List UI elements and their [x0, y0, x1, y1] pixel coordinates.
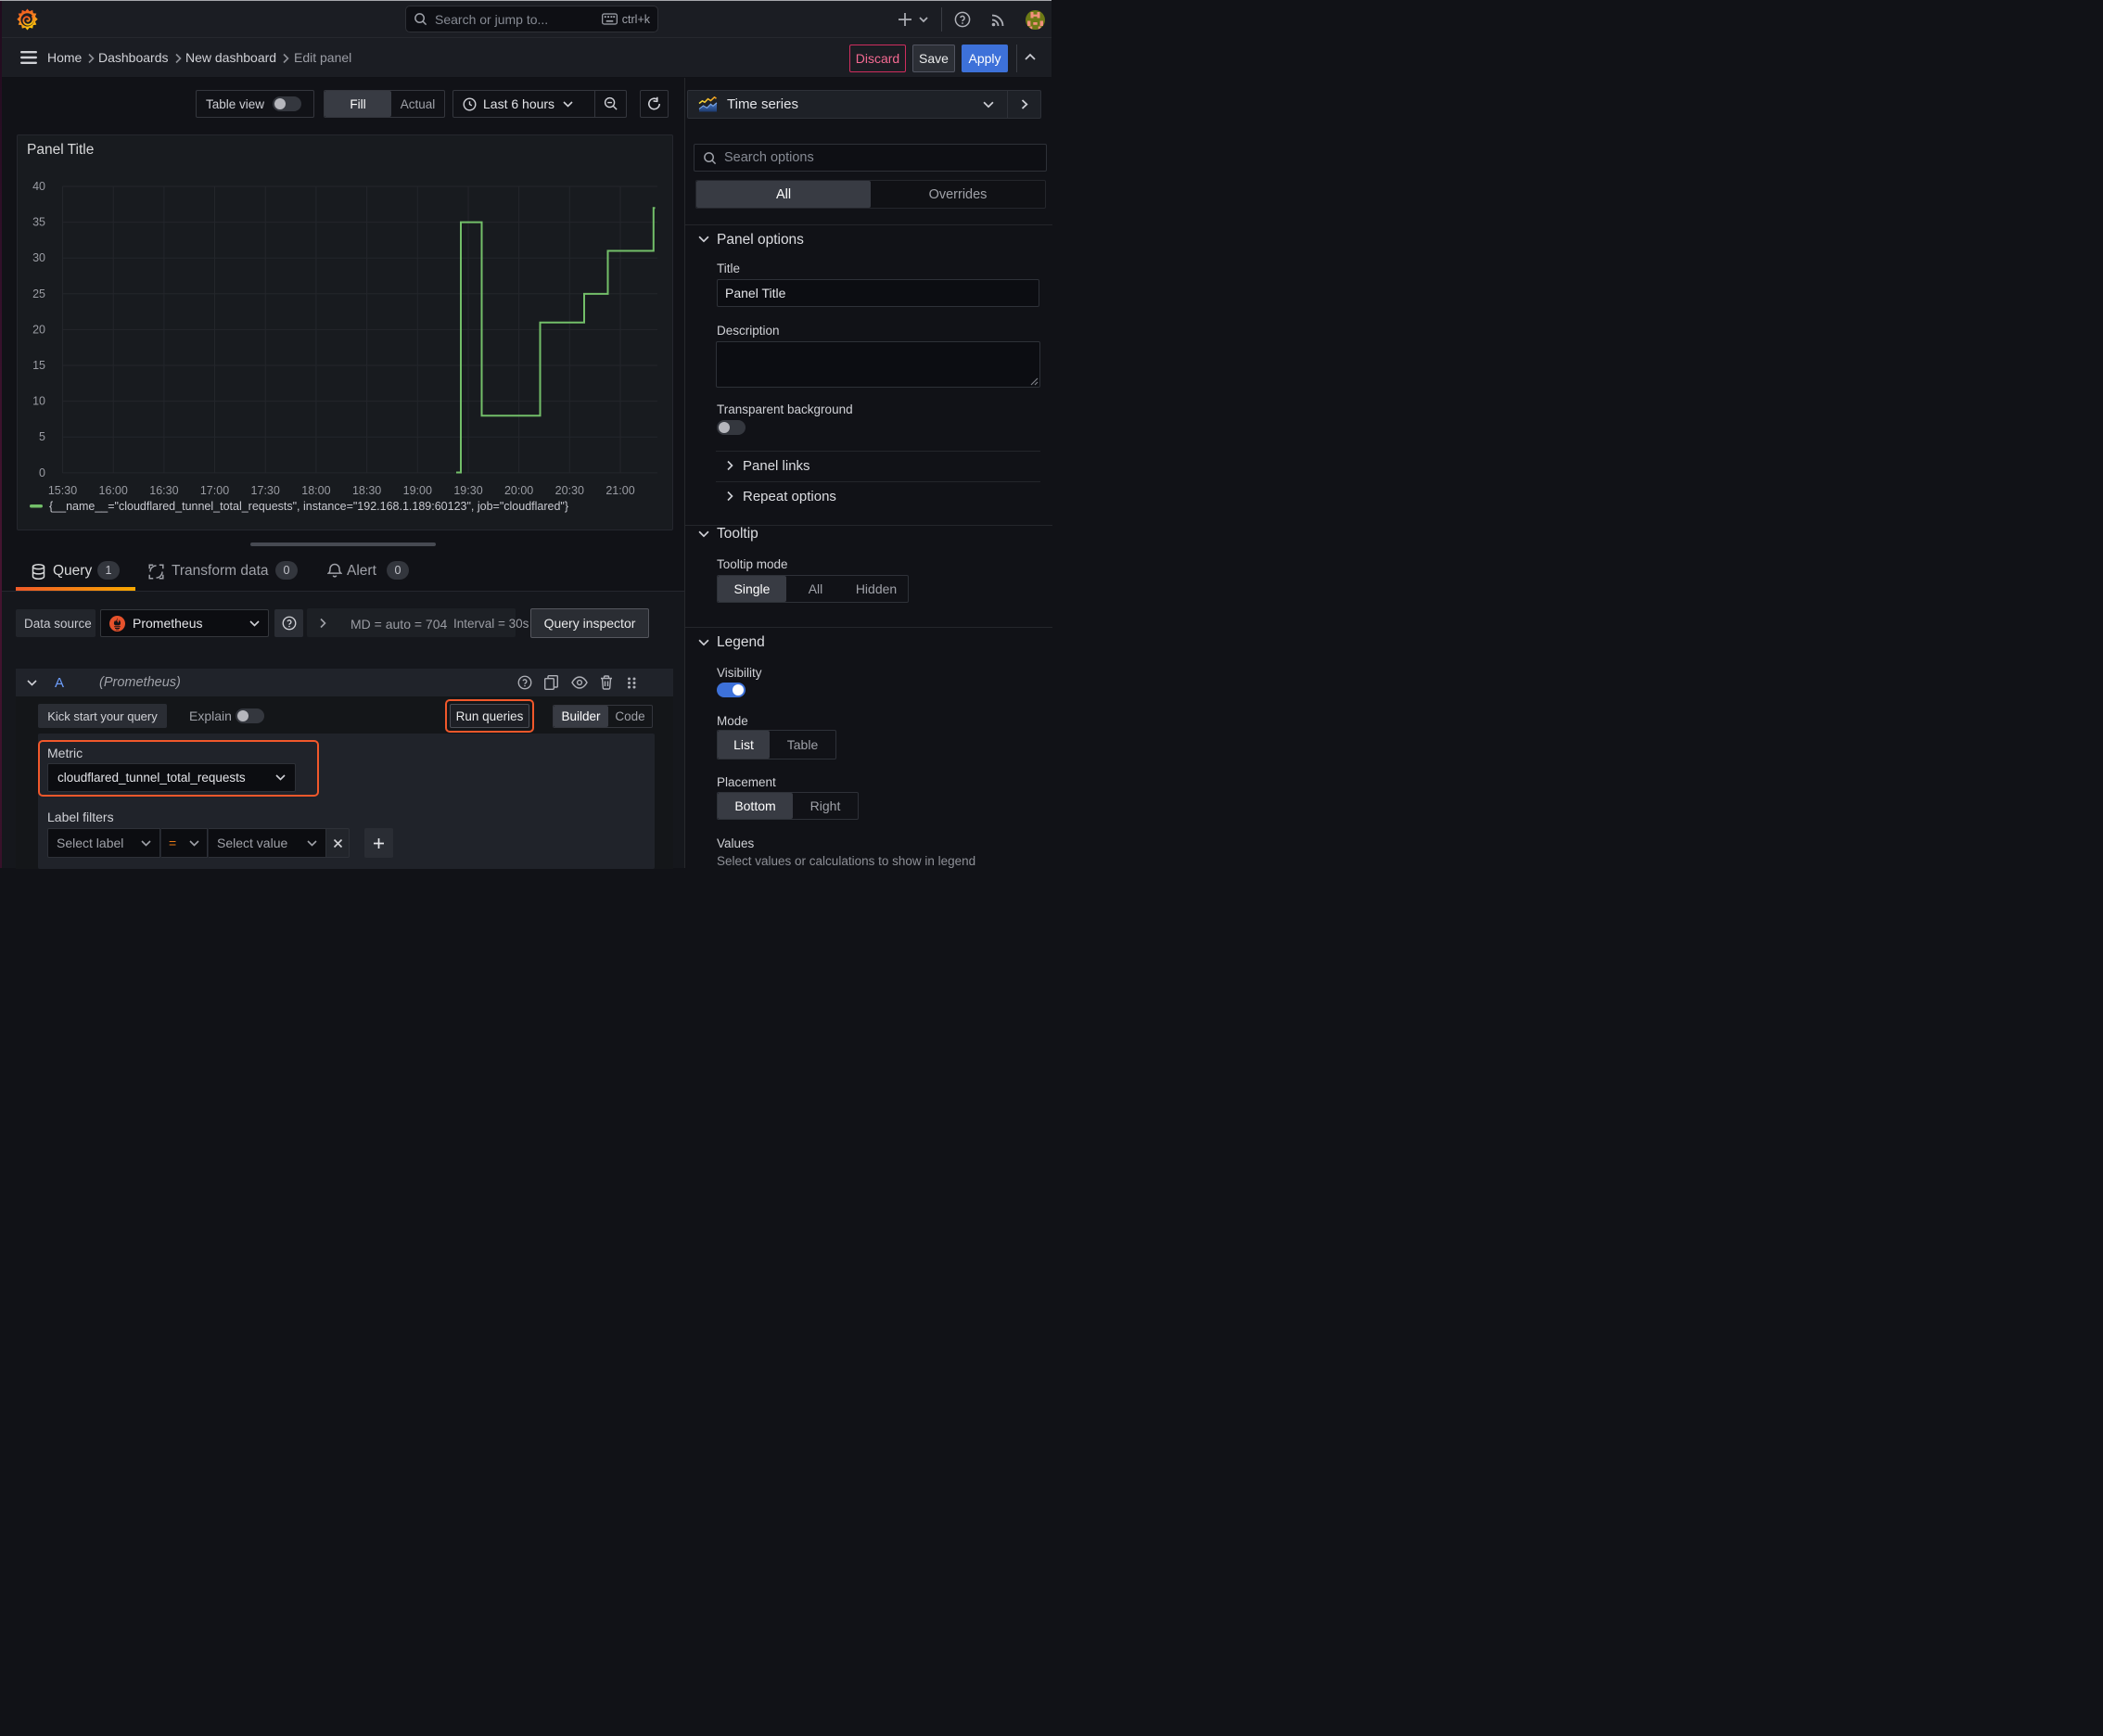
svg-text:17:00: 17:00: [200, 484, 229, 497]
svg-text:40: 40: [32, 180, 45, 193]
svg-text:30: 30: [32, 251, 45, 264]
svg-text:5: 5: [39, 430, 45, 443]
svg-text:19:00: 19:00: [403, 484, 432, 497]
svg-text:16:00: 16:00: [99, 484, 128, 497]
svg-text:{__name__="cloudflared_tunnel_: {__name__="cloudflared_tunnel_total_requ…: [49, 500, 568, 513]
svg-text:19:30: 19:30: [453, 484, 482, 497]
svg-text:18:30: 18:30: [352, 484, 381, 497]
svg-text:25: 25: [32, 287, 45, 300]
svg-text:20: 20: [32, 323, 45, 336]
svg-text:20:00: 20:00: [504, 484, 533, 497]
svg-text:18:00: 18:00: [301, 484, 330, 497]
svg-text:20:30: 20:30: [555, 484, 584, 497]
svg-text:15:30: 15:30: [48, 484, 77, 497]
svg-text:35: 35: [32, 216, 45, 229]
svg-text:10: 10: [32, 395, 45, 408]
svg-text:21:00: 21:00: [605, 484, 634, 497]
svg-text:16:30: 16:30: [149, 484, 178, 497]
svg-text:0: 0: [39, 466, 45, 479]
svg-text:17:30: 17:30: [251, 484, 280, 497]
svg-text:15: 15: [32, 359, 45, 372]
